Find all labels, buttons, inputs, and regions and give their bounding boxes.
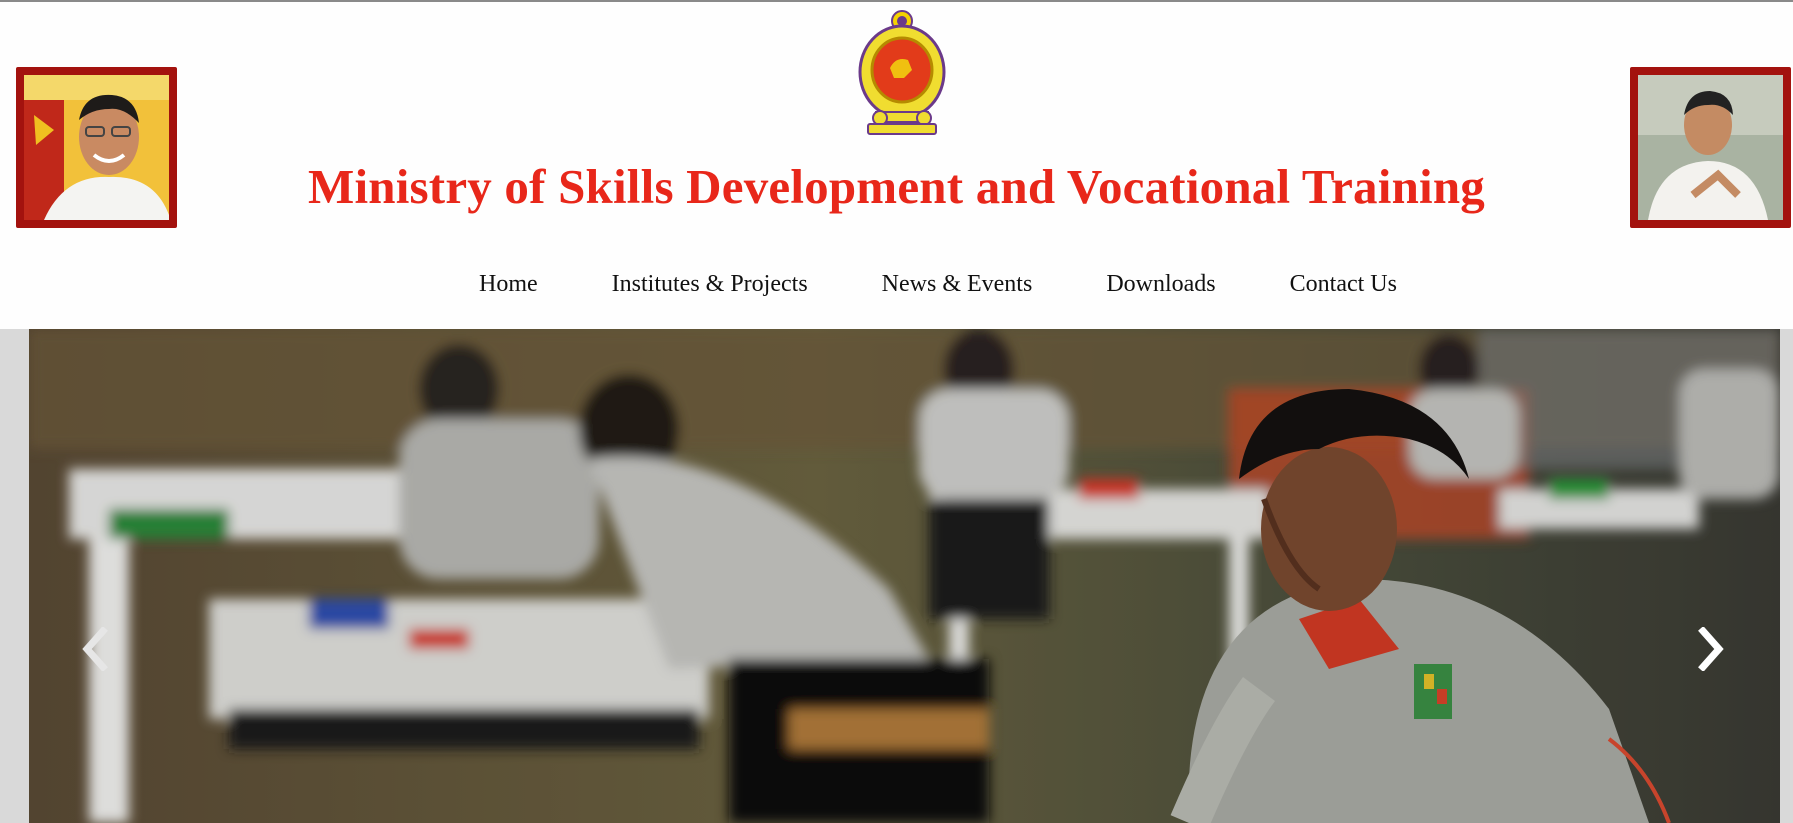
minister-portrait (1630, 67, 1791, 228)
chevron-right-icon (1698, 627, 1724, 671)
site-header: Ministry of Skills Development and Vocat… (0, 2, 1793, 329)
nav-home[interactable]: Home (479, 264, 538, 304)
hero-carousel (0, 329, 1793, 823)
carousel-prev-button[interactable] (74, 619, 114, 679)
slide-photo (29, 329, 1780, 823)
main-nav: Home Institutes & Projects News & Events… (0, 264, 1793, 304)
nav-institutes-projects[interactable]: Institutes & Projects (612, 264, 808, 304)
minister-portrait-image (1638, 75, 1783, 220)
nav-downloads[interactable]: Downloads (1106, 264, 1215, 304)
emblem-icon (858, 10, 946, 135)
chevron-left-icon (82, 627, 108, 671)
national-emblem (856, 8, 948, 136)
carousel-slide (29, 329, 1780, 823)
nav-news-events[interactable]: News & Events (882, 264, 1033, 304)
site-title: Ministry of Skills Development and Vocat… (308, 159, 1485, 214)
nav-contact-us[interactable]: Contact Us (1290, 264, 1397, 304)
carousel-next-button[interactable] (1692, 619, 1732, 679)
